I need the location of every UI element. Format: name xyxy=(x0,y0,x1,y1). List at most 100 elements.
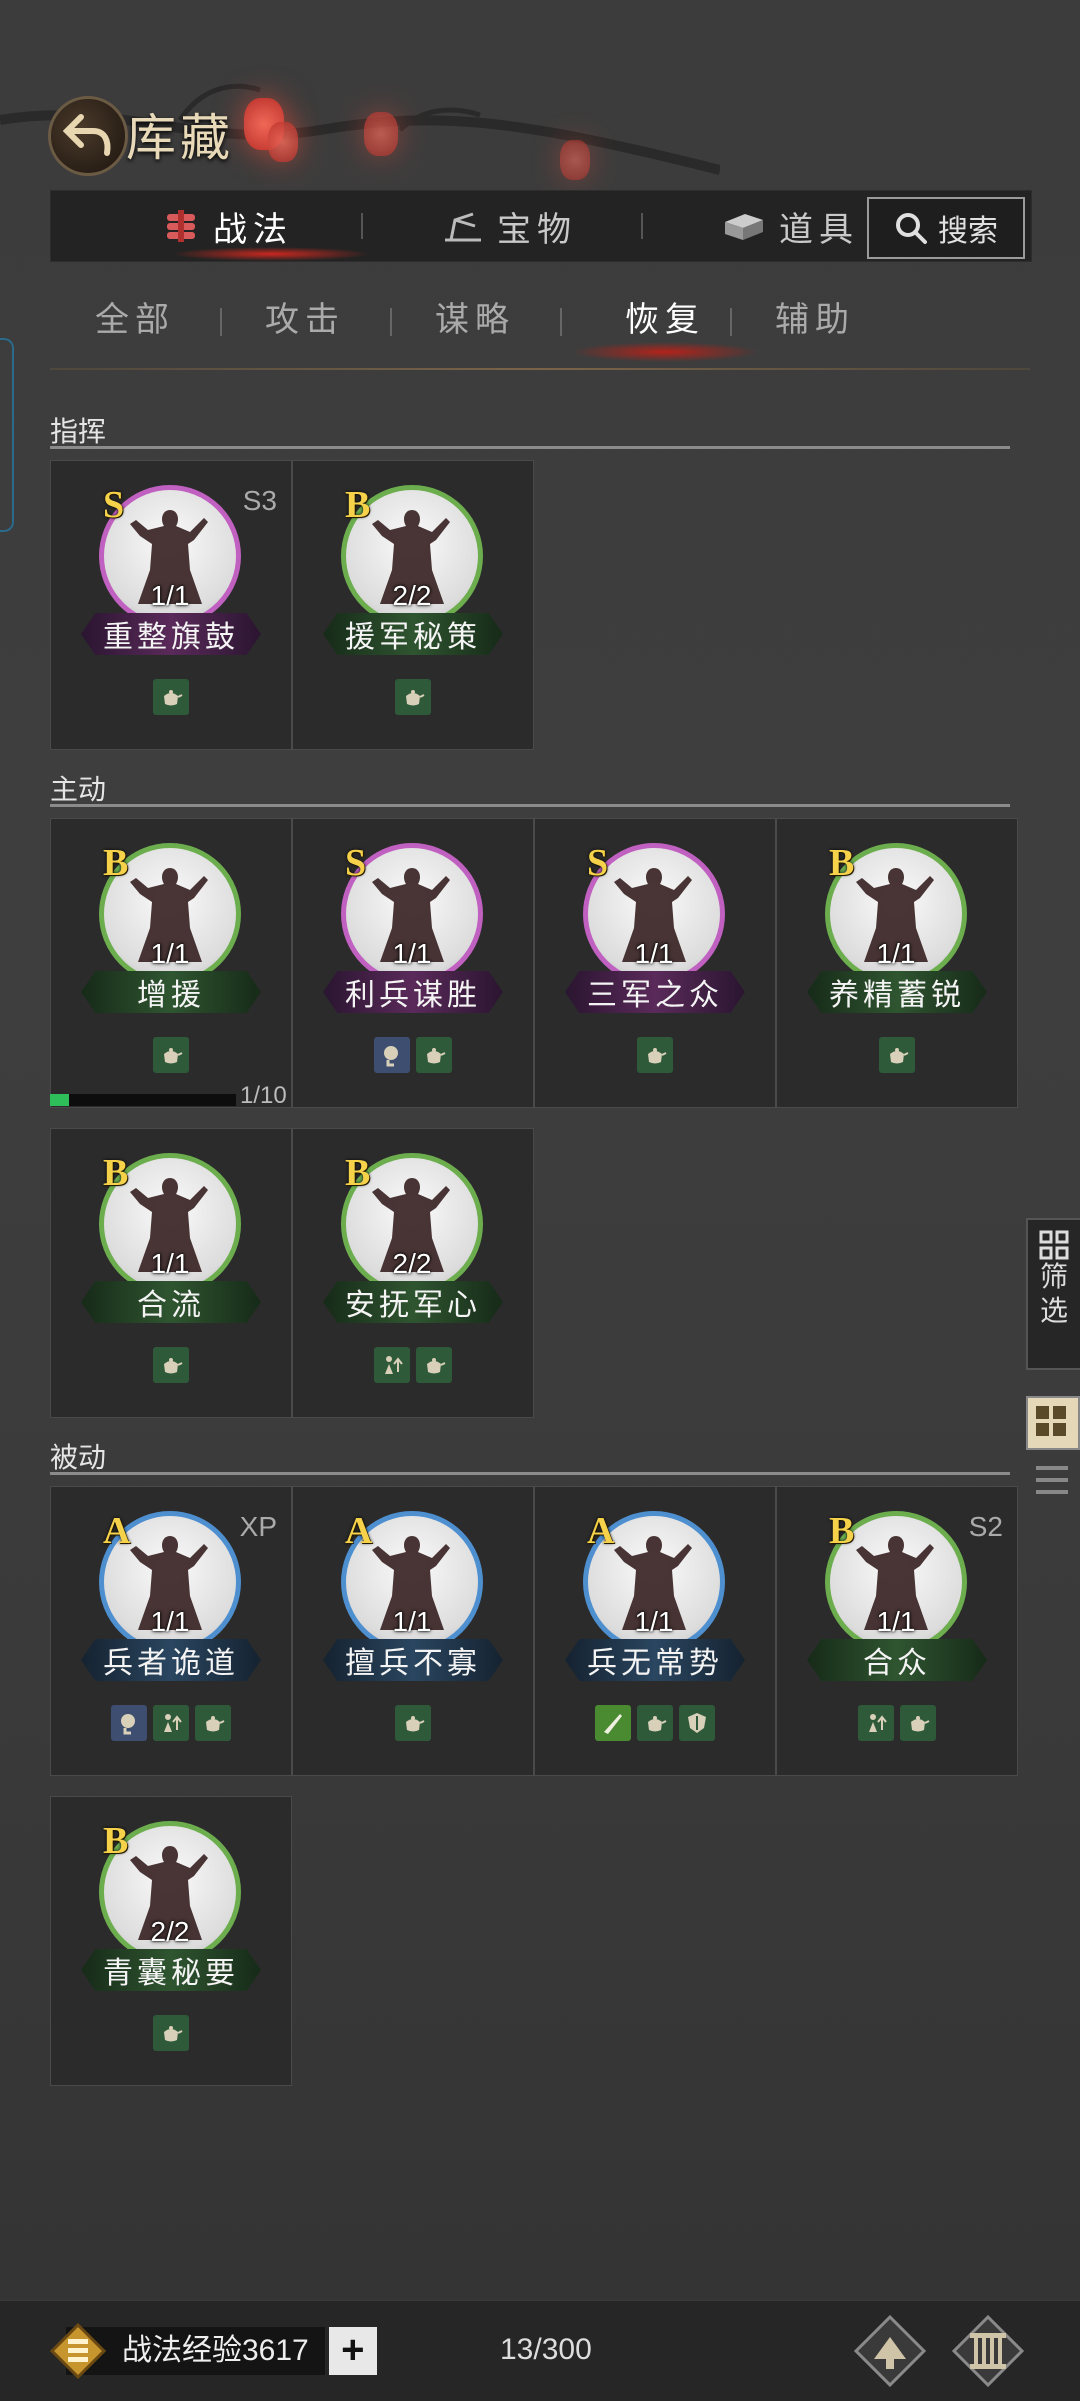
grade-badge: S xyxy=(587,842,609,884)
tab-divider xyxy=(361,213,363,239)
grid-view-icon xyxy=(1036,1406,1066,1436)
tactic-card[interactable]: 1/1 A 兵无常势 xyxy=(534,1486,776,1776)
tab-label: 道具 xyxy=(779,210,859,249)
tab-tactics[interactable]: 战法 xyxy=(161,191,293,261)
effect-icons xyxy=(293,1705,533,1741)
subtab-recovery[interactable]: 恢复 xyxy=(580,290,750,350)
convert-tactic-icon[interactable] xyxy=(852,2313,928,2389)
tactic-card[interactable]: 1/1 B 养精蓄锐 xyxy=(776,818,1018,1108)
progress-text: 1/10 xyxy=(240,1082,287,1109)
section-divider xyxy=(50,804,1010,807)
tactic-name: 安抚军心 xyxy=(323,1281,503,1323)
tactic-card[interactable]: 2/2 B 青囊秘要 xyxy=(50,1796,292,2086)
tactic-card[interactable]: 2/2 B 援军秘策 xyxy=(292,460,534,750)
tactic-name: 援军秘策 xyxy=(323,613,503,655)
back-button[interactable] xyxy=(48,96,128,176)
grade-badge: A xyxy=(103,1510,131,1552)
tactic-name: 重整旗鼓 xyxy=(81,613,261,655)
tactic-name: 合流 xyxy=(81,1281,261,1323)
teapot-icon xyxy=(395,679,431,715)
tactic-card[interactable]: 1/1 B 合流 xyxy=(50,1128,292,1418)
tactic-name: 擅兵不寡 xyxy=(323,1639,503,1681)
add-exp-button[interactable]: + xyxy=(328,2327,377,2375)
grade-badge: B xyxy=(103,842,129,884)
tab-items[interactable]: 道具 xyxy=(721,191,859,261)
tactic-card[interactable]: 1/1 A 擅兵不寡 xyxy=(292,1486,534,1776)
tactic-card[interactable]: 1/1 B S2 合众 xyxy=(776,1486,1018,1776)
buff-up-icon xyxy=(153,1705,189,1741)
tab-label: 战法 xyxy=(213,210,293,249)
search-icon xyxy=(896,213,927,244)
grade-badge: A xyxy=(345,1510,373,1552)
bottom-bar: 战法经验3617 + 13/300 xyxy=(0,2300,1080,2401)
teapot-icon xyxy=(637,1037,673,1073)
left-edge-handle[interactable] xyxy=(0,338,14,532)
teapot-icon xyxy=(900,1705,936,1741)
subtab-all[interactable]: 全部 xyxy=(50,290,220,350)
teapot-icon xyxy=(416,1347,452,1383)
tactic-name: 兵者诡道 xyxy=(81,1639,261,1681)
tactic-exp: 战法经验3617 + xyxy=(50,2323,377,2379)
tactic-card[interactable]: 1/1 A XP 兵者诡道 xyxy=(50,1486,292,1776)
section-title-command: 指挥 xyxy=(50,416,107,447)
subtab-support[interactable]: 辅助 xyxy=(730,290,900,350)
subtab-divider xyxy=(560,308,562,336)
teapot-icon xyxy=(416,1037,452,1073)
grade-badge: B xyxy=(103,1152,129,1194)
teapot-icon xyxy=(195,1705,231,1741)
tactic-count: 1/1 xyxy=(150,580,190,611)
tactic-count: 1/1 xyxy=(392,938,432,969)
tactic-card[interactable]: 1/1 S S3 重整旗鼓 xyxy=(50,460,292,750)
tactic-count: 1/1 xyxy=(150,1248,190,1279)
tactic-name: 青囊秘要 xyxy=(81,1949,261,1991)
blade-icon xyxy=(595,1705,631,1741)
search-button[interactable]: 搜索 xyxy=(867,197,1025,259)
filter-button[interactable]: 筛 选 xyxy=(1026,1218,1080,1370)
tactic-card[interactable]: 2/2 B 安抚军心 xyxy=(292,1128,534,1418)
tactic-count: 1/1 xyxy=(392,1606,432,1637)
tactic-card[interactable]: 1/1 S 三军之众 xyxy=(534,818,776,1108)
shield-icon xyxy=(679,1705,715,1741)
main-tab-bar: 战法 宝物 道具 搜索 xyxy=(50,190,1032,262)
teapot-icon xyxy=(395,1705,431,1741)
section-divider xyxy=(50,1472,1010,1475)
effect-icons xyxy=(293,1347,533,1383)
section-divider xyxy=(50,446,1010,449)
season-tag: S3 xyxy=(242,485,277,516)
grade-badge: B xyxy=(829,1510,855,1552)
exp-scroll-icon xyxy=(50,2323,106,2379)
tactic-count: 1/1 xyxy=(876,1606,916,1637)
grid-view-toggle[interactable] xyxy=(1026,1396,1080,1450)
subtab-attack[interactable]: 攻击 xyxy=(220,290,390,350)
lantern-decoration xyxy=(560,140,590,180)
tactic-count: 1/1 xyxy=(876,938,916,969)
effect-icons xyxy=(777,1037,1017,1073)
tactic-count: 2/2 xyxy=(392,1248,432,1279)
tactic-name: 三军之众 xyxy=(565,971,745,1013)
inventory-count: 13/300 xyxy=(500,2333,592,2366)
effect-icons xyxy=(535,1705,775,1741)
page-title: 库藏 xyxy=(126,110,234,166)
tactic-count: 2/2 xyxy=(150,1916,190,1947)
effect-icons xyxy=(51,2015,291,2051)
tactic-name: 兵无常势 xyxy=(565,1639,745,1681)
season-tag: S2 xyxy=(968,1511,1003,1542)
scroll-bundle-icon xyxy=(167,210,195,242)
tactic-count: 1/1 xyxy=(634,938,674,969)
effect-icons xyxy=(293,1037,533,1073)
scroll-collection-icon[interactable] xyxy=(950,2313,1026,2389)
grade-badge: S xyxy=(103,484,125,526)
tactic-card[interactable]: 1/1 S 利兵谋胜 xyxy=(292,818,534,1108)
grid-filter-icon xyxy=(1039,1230,1069,1260)
progress-bar xyxy=(50,1094,236,1106)
filter-label: 筛 xyxy=(1039,1261,1068,1292)
teapot-icon xyxy=(153,679,189,715)
list-view-icon[interactable] xyxy=(1034,1462,1070,1498)
grade-badge: B xyxy=(345,484,371,526)
teapot-icon xyxy=(879,1037,915,1073)
tab-treasure[interactable]: 宝物 xyxy=(441,191,577,261)
section-title-passive: 被动 xyxy=(50,1442,107,1473)
tactic-count: 1/1 xyxy=(634,1606,674,1637)
tactic-card[interactable]: 1/1 B 增援 xyxy=(50,818,292,1108)
subtab-strategy[interactable]: 谋略 xyxy=(390,290,560,350)
